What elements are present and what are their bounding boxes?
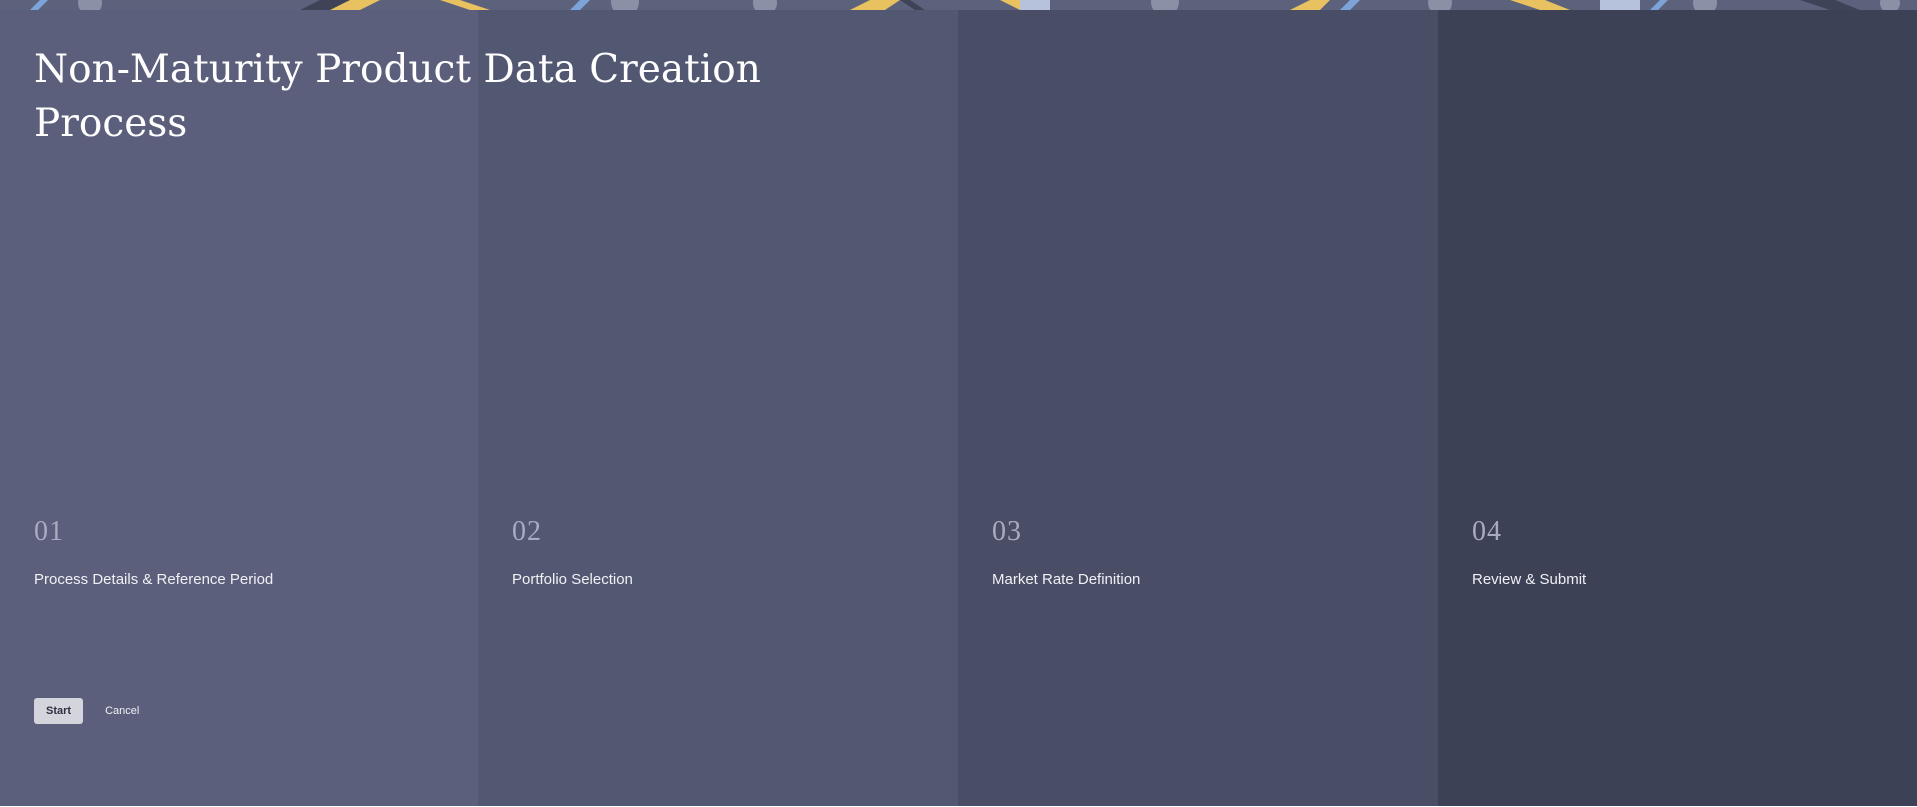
step-label: Process Details & Reference Period <box>34 571 274 588</box>
banner-pattern-graphic <box>0 0 1917 10</box>
cancel-button[interactable]: Cancel <box>101 698 143 724</box>
step-panel-4: 04 Review & Submit <box>1438 10 1917 806</box>
action-bar: Start Cancel <box>34 698 143 724</box>
page-title: Non-Maturity Product Data Creation Proce… <box>34 47 761 146</box>
step-number: 01 <box>34 516 64 547</box>
step-label: Portfolio Selection <box>512 571 633 588</box>
start-button[interactable]: Start <box>34 698 84 724</box>
step-panel-3: 03 Market Rate Definition <box>958 10 1438 806</box>
step-number: 03 <box>992 516 1022 547</box>
decorative-banner <box>0 0 1917 10</box>
step-label: Market Rate Definition <box>992 571 1141 588</box>
step-label: Review & Submit <box>1472 571 1587 588</box>
step-number: 02 <box>512 516 542 547</box>
step-number: 04 <box>1472 516 1502 547</box>
